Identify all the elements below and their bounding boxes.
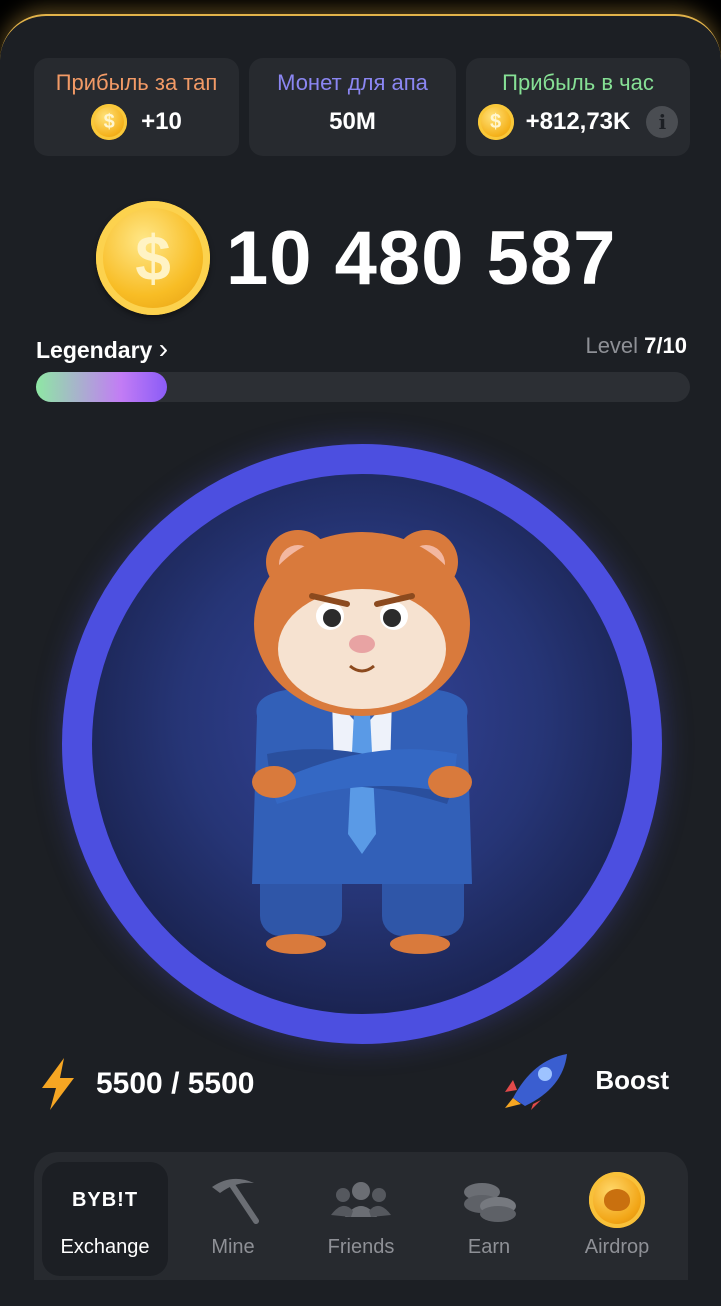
coins-stack-icon — [464, 1183, 516, 1222]
nav-label: Mine — [211, 1236, 255, 1258]
rank-label: Legendary — [36, 337, 153, 363]
coin-icon: $ — [96, 201, 210, 315]
airdrop-coin-icon — [589, 1172, 645, 1228]
nav-label: Earn — [467, 1236, 511, 1258]
stat-coins-to-level-up[interactable]: Монет для апа 50M — [249, 58, 456, 156]
bybit-logo-text: BYB!T — [71, 1188, 139, 1211]
coin-icon: $ — [91, 104, 128, 140]
balance-value: 10 480 587 — [226, 215, 617, 301]
nav-label: Airdrop — [584, 1236, 650, 1258]
level-prefix: Level — [585, 333, 639, 358]
energy-value: 5500 / 5500 — [96, 1067, 255, 1100]
boost-button[interactable]: Boost — [503, 1050, 669, 1110]
tap-button[interactable] — [62, 444, 662, 1044]
friends-icon — [331, 1182, 391, 1217]
coin-icon: $ — [477, 104, 514, 140]
nav-label: Exchange — [60, 1236, 150, 1258]
pickaxe-icon — [212, 1178, 259, 1224]
rocket-icon — [505, 1054, 568, 1110]
bottom-nav: BYB!T Exchange Mine Friends Earn Airdrop — [34, 1152, 688, 1280]
stat-label: Прибыль в час — [502, 70, 654, 95]
lightning-icon — [42, 1058, 74, 1110]
nav-friends[interactable]: Friends — [298, 1162, 424, 1276]
level-value: 7/10 — [644, 333, 687, 358]
stat-value: +10 — [141, 108, 182, 135]
stat-profit-per-hour[interactable]: Прибыль в час $ +812,73K i — [466, 58, 690, 156]
stat-value: +812,73K — [525, 108, 631, 135]
nav-airdrop[interactable]: Airdrop — [554, 1162, 680, 1276]
bybit-logo: BYB!T — [42, 1172, 168, 1228]
nav-mine[interactable]: Mine — [170, 1162, 296, 1276]
nav-earn[interactable]: Earn — [426, 1162, 552, 1276]
energy-indicator: 5500 / 5500 — [38, 1058, 254, 1110]
stat-label: Прибыль за тап — [55, 70, 218, 95]
nav-exchange[interactable]: BYB!T Exchange — [42, 1162, 168, 1276]
stat-profit-per-tap[interactable]: Прибыль за тап $ +10 — [34, 58, 239, 156]
level-progress-fill — [36, 372, 167, 402]
boost-label: Boost — [595, 1064, 669, 1095]
level-progress-bar — [36, 372, 690, 402]
balance: $ 10 480 587 — [96, 198, 616, 318]
stat-label: Монет для апа — [277, 70, 428, 95]
stat-value: 50M — [329, 108, 376, 135]
info-icon[interactable]: i — [646, 106, 679, 138]
chevron-right-icon: › — [158, 333, 169, 364]
hamster-character — [252, 530, 472, 954]
level-indicator: Level 7/10 — [585, 333, 687, 359]
rank-link[interactable]: Legendary › — [36, 333, 168, 365]
nav-label: Friends — [327, 1236, 395, 1258]
